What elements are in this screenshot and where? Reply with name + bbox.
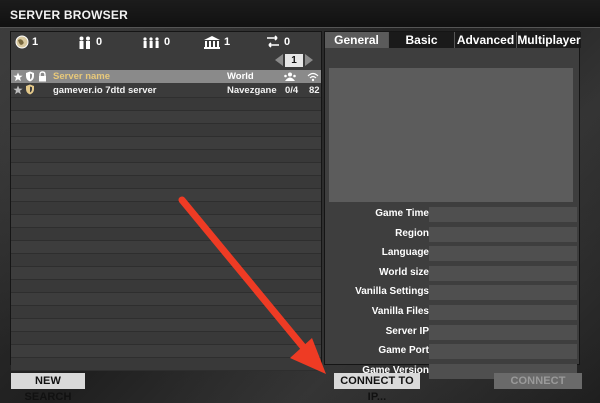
connection-icon bbox=[267, 35, 279, 48]
row-ping: 82 bbox=[309, 85, 320, 96]
label-language: Language bbox=[381, 247, 429, 259]
header-world[interactable]: World bbox=[227, 71, 254, 82]
list-item bbox=[11, 124, 321, 137]
lock-icon[interactable] bbox=[38, 70, 47, 83]
label-vanilla-settings: Vanilla Settings bbox=[355, 286, 429, 298]
list-item bbox=[11, 358, 321, 371]
table-row[interactable]: gamever.io 7dtd server Navezgane 0/4 82 bbox=[11, 83, 321, 98]
server-table: Server name World gamever.io 7dtd server… bbox=[11, 70, 321, 371]
details-tabs: General Basic Advanced Multiplayer bbox=[325, 32, 581, 48]
filter-connection[interactable]: 0 bbox=[265, 32, 290, 52]
list-item bbox=[11, 345, 321, 358]
info-row-vanilla-files: Vanilla Files bbox=[325, 303, 581, 323]
info-row-world-size: World size bbox=[325, 264, 581, 284]
row-shield-icon bbox=[25, 84, 35, 98]
row-world: Navezgane bbox=[227, 85, 277, 96]
row-players: 0/4 bbox=[285, 85, 299, 96]
list-item bbox=[11, 150, 321, 163]
list-item bbox=[11, 319, 321, 332]
globe-icon bbox=[15, 35, 29, 49]
server-details-panel: General Basic Advanced Multiplayer Game … bbox=[324, 31, 581, 379]
label-game-time: Game Time bbox=[375, 208, 429, 219]
info-row-game-time: Game Time bbox=[325, 205, 581, 225]
ping-header-icon[interactable] bbox=[307, 70, 319, 83]
connect-button[interactable]: CONNECT bbox=[494, 373, 582, 389]
list-item bbox=[11, 228, 321, 241]
list-item bbox=[11, 202, 321, 215]
info-row-region: Region bbox=[325, 225, 581, 245]
list-item bbox=[11, 98, 321, 111]
window-title: SERVER BROWSER bbox=[10, 8, 128, 22]
value-region bbox=[429, 226, 577, 242]
tab-basic[interactable]: Basic bbox=[389, 32, 455, 48]
server-list-panel: 1 0 0 1 0 1 Server name World gamever.io… bbox=[10, 31, 323, 371]
header-server-name[interactable]: Server name bbox=[53, 71, 110, 82]
filter-globe[interactable]: 1 bbox=[15, 32, 38, 52]
prev-page-button[interactable] bbox=[275, 54, 283, 66]
list-item bbox=[11, 254, 321, 267]
value-language bbox=[429, 246, 577, 262]
value-vanilla-settings bbox=[429, 285, 577, 301]
server-info: Game Time Region Language World size Van… bbox=[325, 205, 581, 381]
filter-bar: 1 0 0 1 0 bbox=[11, 32, 323, 52]
list-item bbox=[11, 293, 321, 306]
filter-count-two-players: 0 bbox=[96, 36, 103, 48]
tab-multiplayer[interactable]: Multiplayer bbox=[517, 32, 581, 48]
next-page-button[interactable] bbox=[305, 54, 313, 66]
group-players-icon bbox=[143, 36, 159, 48]
two-players-icon bbox=[79, 36, 90, 49]
list-item bbox=[11, 215, 321, 228]
favorite-star-icon[interactable] bbox=[13, 85, 23, 98]
list-item bbox=[11, 111, 321, 124]
label-region: Region bbox=[395, 227, 429, 239]
value-server-ip bbox=[429, 324, 577, 340]
info-row-game-port: Game Port bbox=[325, 342, 581, 362]
list-item bbox=[11, 241, 321, 254]
filter-group-players[interactable]: 0 bbox=[141, 32, 170, 52]
connect-to-ip-button[interactable]: CONNECT TO IP... bbox=[334, 373, 420, 403]
tab-advanced[interactable]: Advanced bbox=[455, 32, 517, 48]
list-item bbox=[11, 306, 321, 319]
value-game-port bbox=[429, 344, 577, 360]
list-item bbox=[11, 176, 321, 189]
label-game-port: Game Port bbox=[378, 345, 429, 357]
list-item bbox=[11, 137, 321, 150]
pagination: 1 bbox=[275, 53, 313, 67]
info-row-language: Language bbox=[325, 244, 581, 264]
label-server-ip: Server IP bbox=[385, 325, 429, 337]
value-vanilla-files bbox=[429, 304, 577, 320]
list-item bbox=[11, 267, 321, 280]
info-row-vanilla-settings: Vanilla Settings bbox=[325, 283, 581, 303]
building-icon bbox=[204, 36, 220, 49]
empty-rows bbox=[11, 98, 321, 371]
label-world-size: World size bbox=[379, 266, 429, 278]
filter-count-connection: 0 bbox=[284, 36, 291, 48]
list-item bbox=[11, 163, 321, 176]
value-game-time bbox=[429, 207, 577, 222]
list-item bbox=[11, 189, 321, 202]
filter-count-group-players: 0 bbox=[164, 36, 171, 48]
new-search-button[interactable]: NEW SEARCH bbox=[11, 373, 85, 403]
value-world-size bbox=[429, 265, 577, 281]
shield-icon[interactable] bbox=[25, 70, 35, 83]
filter-two-players[interactable]: 0 bbox=[77, 32, 102, 52]
filter-building[interactable]: 1 bbox=[203, 32, 230, 52]
tab-general[interactable]: General bbox=[325, 32, 389, 48]
label-vanilla-files: Vanilla Files bbox=[371, 305, 429, 317]
server-preview-image bbox=[329, 68, 573, 202]
filter-count-building: 1 bbox=[224, 36, 231, 48]
table-header: Server name World bbox=[11, 70, 321, 83]
players-header-icon[interactable] bbox=[283, 70, 297, 83]
star-icon[interactable] bbox=[13, 70, 23, 83]
info-row-server-ip: Server IP bbox=[325, 323, 581, 343]
title-bar: SERVER BROWSER bbox=[0, 0, 600, 28]
page-number: 1 bbox=[285, 53, 303, 67]
row-server-name: gamever.io 7dtd server bbox=[53, 85, 157, 96]
list-item bbox=[11, 280, 321, 293]
filter-count-globe: 1 bbox=[32, 36, 39, 48]
list-item bbox=[11, 332, 321, 345]
